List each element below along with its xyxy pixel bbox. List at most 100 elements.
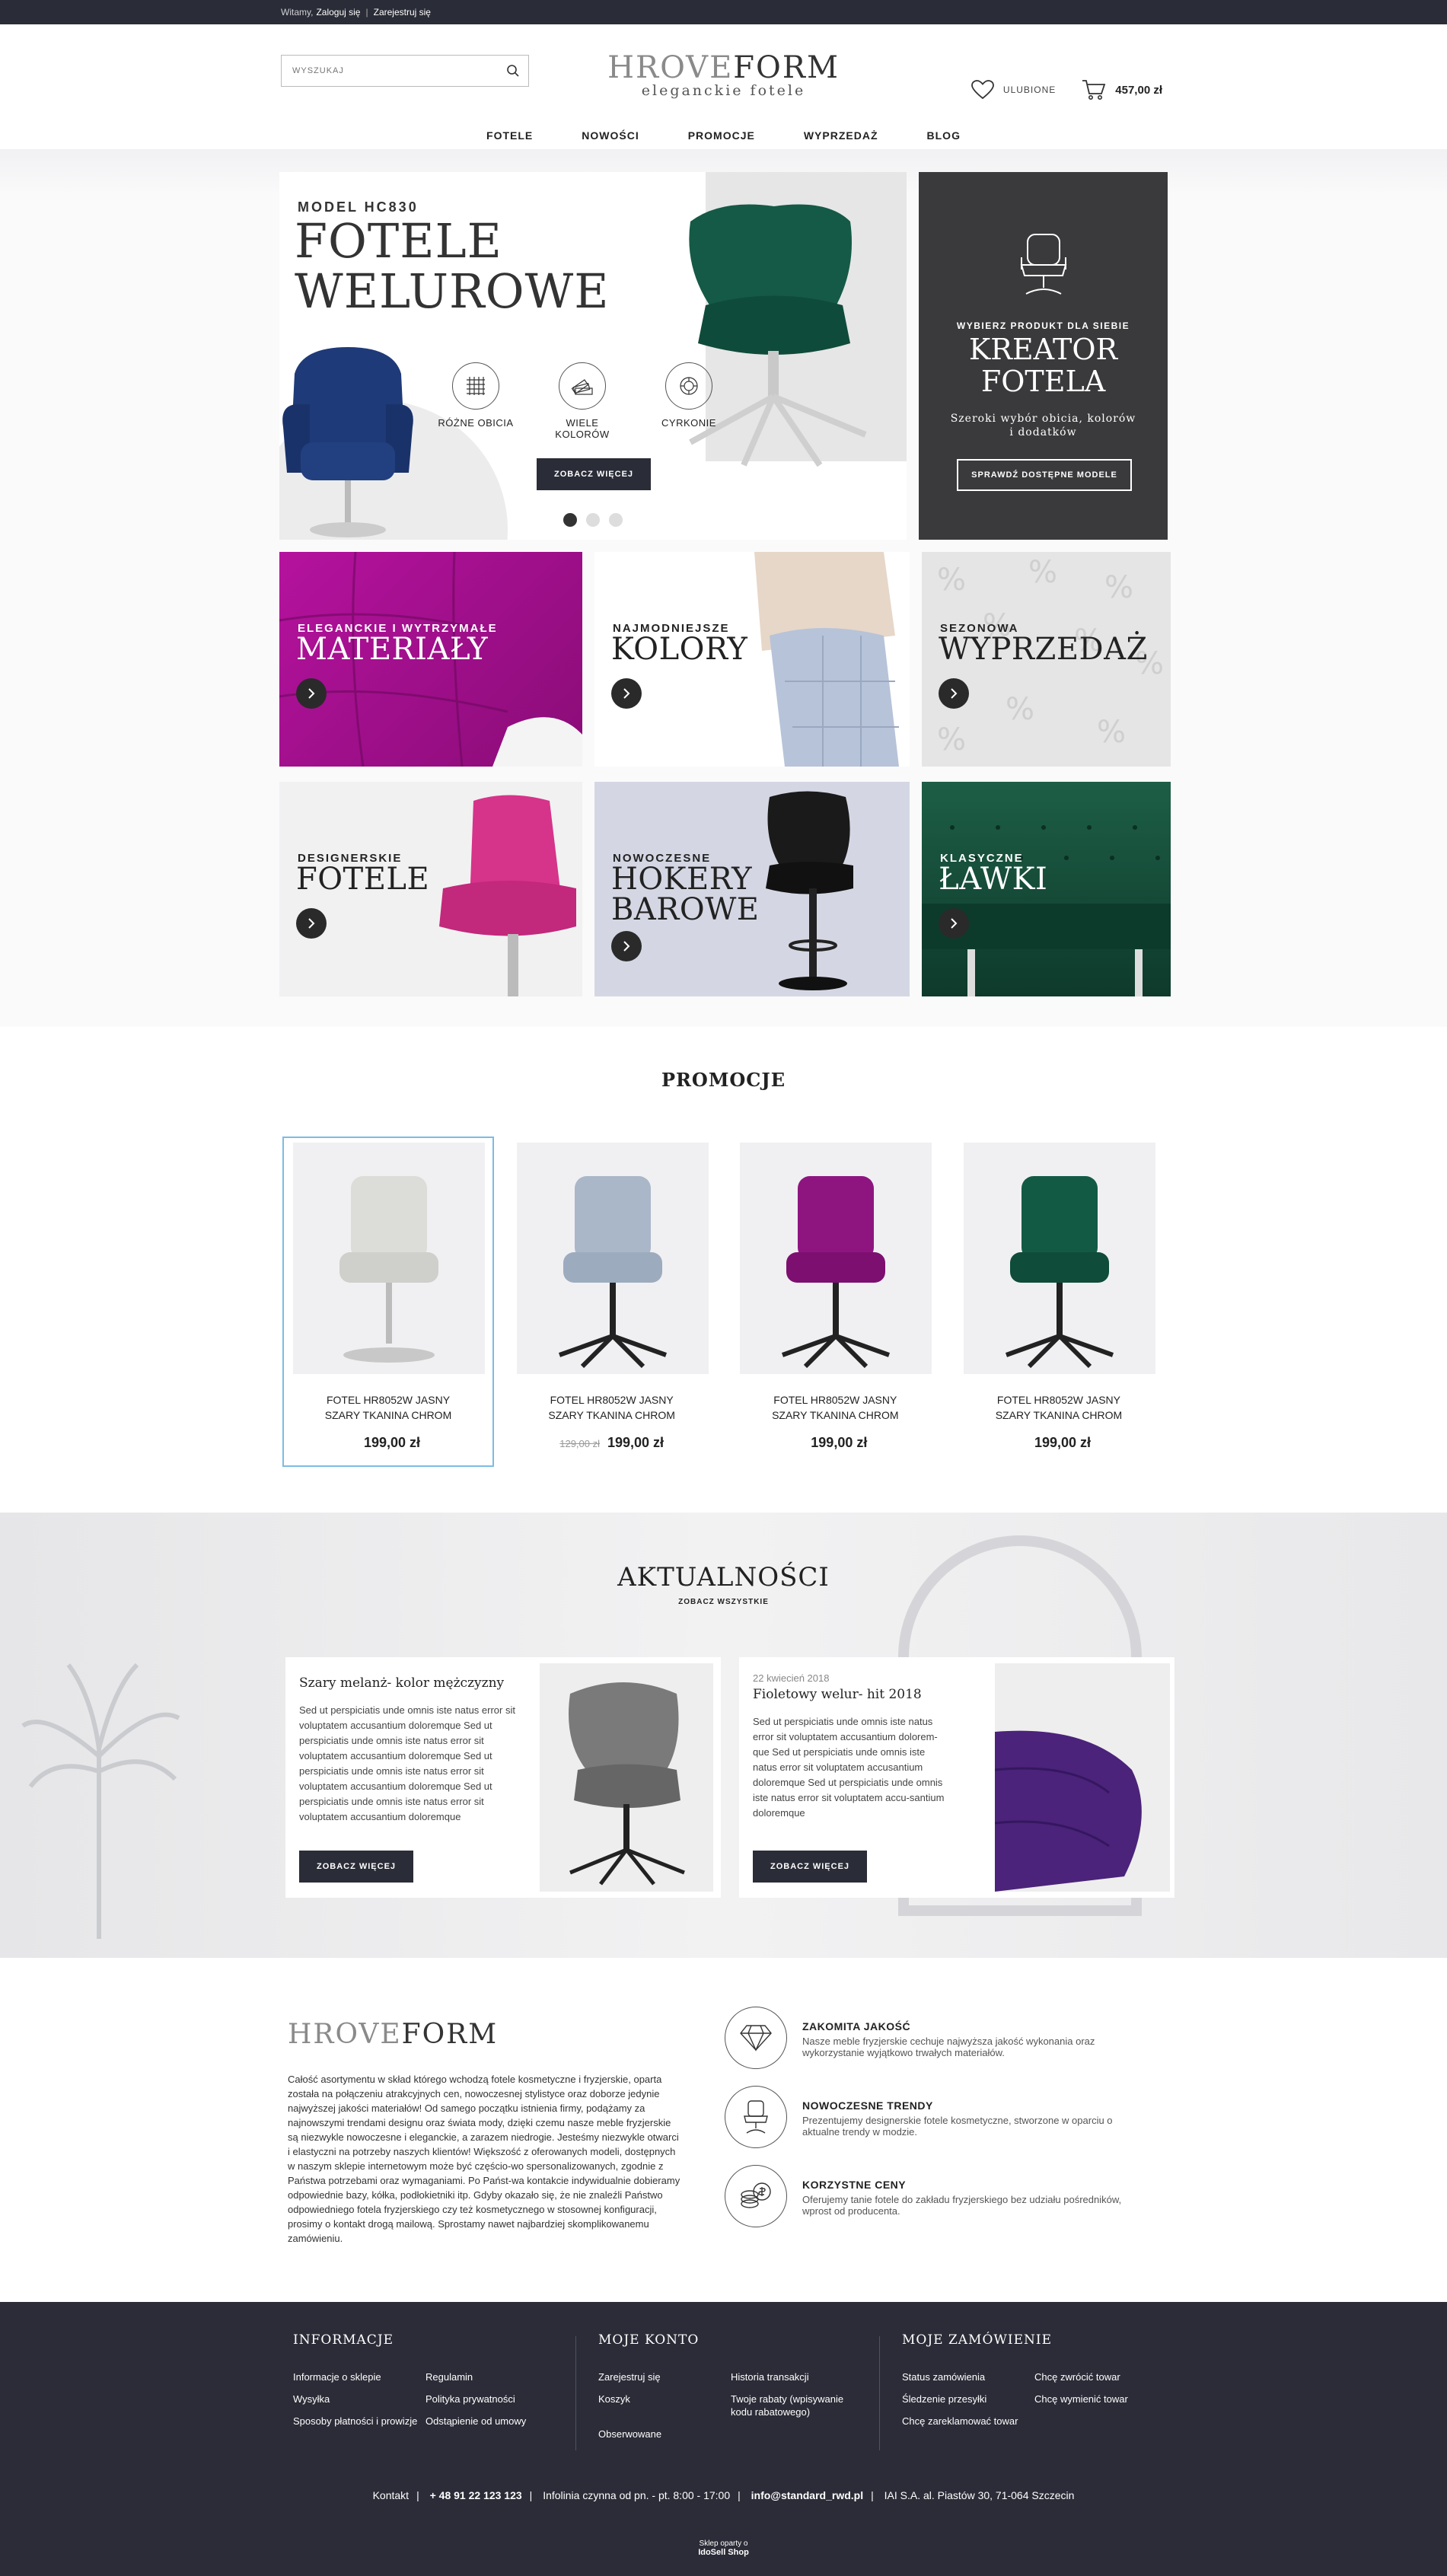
nav-item-promocje[interactable]: PROMOCJE bbox=[664, 122, 779, 149]
footer-link[interactable]: Chcę wymienić towar bbox=[1034, 2393, 1167, 2405]
tile-lawki[interactable]: KLASYCZNE ŁAWKI bbox=[922, 782, 1171, 996]
powered-by-badge[interactable]: Sklep oparty o IdoSell Shop bbox=[0, 2539, 1447, 2557]
footer-link[interactable]: Informacje o sklepie bbox=[293, 2370, 425, 2383]
product-card[interactable]: FOTEL HR8052W JASNY SZARY TKANINA CHROM 1… bbox=[506, 1137, 718, 1467]
chevron-right-icon[interactable] bbox=[296, 908, 327, 939]
chevron-right-icon[interactable] bbox=[611, 931, 642, 961]
product-card[interactable]: FOTEL HR8052W JASNY SZARY TKANINA CHROM 1… bbox=[729, 1137, 941, 1467]
cart-total: 457,00 zł bbox=[1115, 83, 1162, 97]
blue-armchair-image bbox=[282, 347, 413, 537]
about-feature-title: NOWOCZESNE TRENDY bbox=[802, 2099, 933, 2112]
product-name: FOTEL HR8052W JASNY SZARY TKANINA CHROM bbox=[964, 1392, 1154, 1423]
nav-item-wyprzedaz[interactable]: WYPRZEDAŻ bbox=[779, 122, 903, 149]
tile-heading: MATERIAŁY bbox=[296, 632, 488, 667]
news-card-text: 22 kwiecień 2018 Fioletowy welur- hit 20… bbox=[753, 1672, 951, 1821]
tile-heading: FOTELE bbox=[296, 862, 430, 897]
news-see-more-button[interactable]: ZOBACZ WIĘCEJ bbox=[753, 1851, 867, 1883]
tile-hokery[interactable]: NOWOCZESNE HOKERY BAROWE bbox=[594, 782, 910, 996]
chevron-right-icon[interactable] bbox=[611, 678, 642, 709]
footer-link[interactable]: Regulamin bbox=[425, 2370, 558, 2383]
footer-contact-bar: Kontakt | + 48 91 22 123 123 | Infolinia c… bbox=[372, 2489, 1075, 2501]
footer-link[interactable]: Zarejestruj się bbox=[598, 2370, 731, 2383]
favorites-label: ULUBIONE bbox=[1002, 84, 1057, 95]
news-headline: Fioletowy welur- hit 2018 bbox=[753, 1687, 922, 1702]
footer-link[interactable]: Obserwowane bbox=[598, 2428, 731, 2441]
product-price-row: 129,00 zł 199,00 zł bbox=[517, 1435, 707, 1451]
top-bar: Witamy, Zaloguj się | Zarejestruj się bbox=[0, 0, 1447, 24]
nav-item-nowosci[interactable]: NOWOŚCI bbox=[557, 122, 663, 149]
tile-kolory[interactable]: NAJMODNIEJSZE KOLORY bbox=[594, 552, 910, 767]
login-link[interactable]: Zaloguj się bbox=[316, 7, 360, 18]
svg-text:%: % bbox=[1097, 715, 1126, 750]
news-image bbox=[995, 1663, 1170, 1892]
feature-item: WIELE KOLORÓW bbox=[544, 362, 620, 440]
svg-text:%: % bbox=[1006, 692, 1034, 727]
product-price: 199,00 zł bbox=[363, 1435, 421, 1450]
hero-see-more-button[interactable]: ZOBACZ WIĘCEJ bbox=[537, 458, 651, 490]
product-card[interactable]: FOTEL HR8052W JASNY SZARY TKANINA CHROM 1… bbox=[282, 1137, 494, 1467]
svg-text:%: % bbox=[1104, 570, 1133, 605]
news-card[interactable]: Szary melanż- kolor mężczyzny Sed ut per… bbox=[285, 1657, 721, 1898]
about-section: HROVEFORM Całość asortymentu w skład któ… bbox=[0, 1958, 1447, 2302]
contact-phone[interactable]: + 48 91 22 123 123 bbox=[430, 2489, 522, 2501]
about-feature: KORZYSTNE CENY Oferujemy tanie fotele do … bbox=[725, 2165, 1122, 2227]
tile-materialy[interactable]: ELEGANCKIE I WYTRZYMAŁE MATERIAŁY bbox=[279, 552, 582, 767]
product-name-line1: FOTEL HR8052W JASNY bbox=[996, 1394, 1121, 1406]
product-image bbox=[963, 1143, 1155, 1374]
slider-dot[interactable] bbox=[586, 513, 600, 527]
creator-title-line1: KREATOR bbox=[968, 333, 1118, 366]
chair-creator-banner[interactable]: WYBIERZ PRODUKT DLA SIEBIE KREATOR FOTEL… bbox=[919, 172, 1168, 540]
footer-link[interactable]: Śledzenie przesyłki bbox=[902, 2393, 1034, 2405]
nav-item-blog[interactable]: BLOG bbox=[903, 122, 985, 149]
tile-wyprzedaz[interactable]: %%% %%% %%% SEZONOWA WYPRZEDAŻ bbox=[922, 552, 1171, 767]
product-card[interactable]: FOTEL HR8052W JASNY SZARY TKANINA CHROM 1… bbox=[953, 1137, 1165, 1467]
about-feature-text: Prezentujemy designerskie fotele kosmety… bbox=[802, 2115, 1113, 2138]
about-description: Całość asortymentu w skład którego wchod… bbox=[288, 2074, 680, 2244]
check-models-button[interactable]: SPRAWDŹ DOSTĘPNE MODELE bbox=[957, 459, 1132, 491]
footer-link[interactable]: Koszyk bbox=[598, 2393, 731, 2418]
contact-label: Kontakt bbox=[372, 2489, 410, 2501]
chevron-right-icon[interactable] bbox=[939, 908, 969, 939]
nav-item-fotele[interactable]: FOTELE bbox=[462, 122, 557, 149]
tile-fotele[interactable]: DESIGNERSKIE FOTELE bbox=[279, 782, 582, 996]
product-name-line1: FOTEL HR8052W JASNY bbox=[326, 1394, 451, 1406]
diamond-icon bbox=[725, 2007, 787, 2069]
chevron-right-icon[interactable] bbox=[939, 678, 969, 709]
register-link[interactable]: Zarejestruj się bbox=[374, 7, 431, 18]
footer-column-moje-zamowienie: MOJE ZAMÓWIENIE Status zamówienia Chcę z… bbox=[902, 2332, 1167, 2428]
footer-link[interactable]: Status zamówienia bbox=[902, 2370, 1034, 2383]
contact-email[interactable]: info@standard_rwd.pl bbox=[751, 2489, 863, 2501]
creator-title: KREATOR FOTELA bbox=[919, 333, 1168, 397]
footer-link[interactable]: Historia transakcji bbox=[731, 2370, 863, 2383]
footer-link[interactable]: Odstąpienie od umowy bbox=[425, 2415, 558, 2428]
chair-outline-icon bbox=[919, 231, 1168, 301]
footer-link[interactable]: Polityka prywatności bbox=[425, 2393, 558, 2405]
product-old-price: 129,00 zł bbox=[559, 1438, 600, 1449]
slider-dot[interactable] bbox=[563, 513, 577, 527]
creator-kicker: WYBIERZ PRODUKT DLA SIEBIE bbox=[956, 320, 1130, 331]
hero-slider[interactable]: MODEL HC830 FOTELE WELUROWE RÓŻNE OBICIA… bbox=[279, 172, 907, 540]
cart-icon bbox=[1082, 80, 1106, 100]
footer-column-informacje: INFORMACJE Informacje o sklepie Regulami… bbox=[293, 2332, 558, 2428]
news-see-more-button[interactable]: ZOBACZ WIĘCEJ bbox=[299, 1851, 413, 1883]
chevron-right-icon[interactable] bbox=[296, 678, 327, 709]
footer-link[interactable]: Wysyłka bbox=[293, 2393, 425, 2405]
product-image bbox=[293, 1143, 485, 1374]
see-all-news-link[interactable]: ZOBACZ WSZYSTKIE bbox=[0, 1598, 1447, 1606]
footer-link[interactable]: Chcę zareklamować towar bbox=[902, 2415, 1034, 2428]
product-name-line2: SZARY TKANINA CHROM bbox=[772, 1409, 899, 1421]
hero-section: MODEL HC830 FOTELE WELUROWE RÓŻNE OBICIA… bbox=[0, 149, 1447, 1027]
product-price-row: 199,00 zł bbox=[964, 1435, 1154, 1451]
tile-heading-line1: HOKERY bbox=[611, 862, 753, 897]
cart-link[interactable]: 457,00 zł bbox=[1082, 79, 1162, 100]
logo-tagline: eleganckie fotele bbox=[641, 82, 806, 99]
footer-link[interactable]: Twoje rabaty (wpisywanie kodu rabatowego… bbox=[731, 2393, 863, 2418]
news-card[interactable]: 22 kwiecień 2018 Fioletowy welur- hit 20… bbox=[739, 1657, 1174, 1898]
logo-dark-part: FORM bbox=[733, 50, 840, 85]
footer-link[interactable]: Sposoby płatności i prowizje bbox=[293, 2415, 425, 2428]
favorites-link[interactable]: ULUBIONE bbox=[971, 80, 1056, 100]
product-name: FOTEL HR8052W JASNY SZARY TKANINA CHROM bbox=[517, 1392, 707, 1423]
footer-link[interactable]: Chcę zwrócić towar bbox=[1034, 2370, 1167, 2383]
slider-dot[interactable] bbox=[609, 513, 623, 527]
site-logo[interactable]: HROVEFORM eleganckie fotele bbox=[0, 50, 1447, 99]
